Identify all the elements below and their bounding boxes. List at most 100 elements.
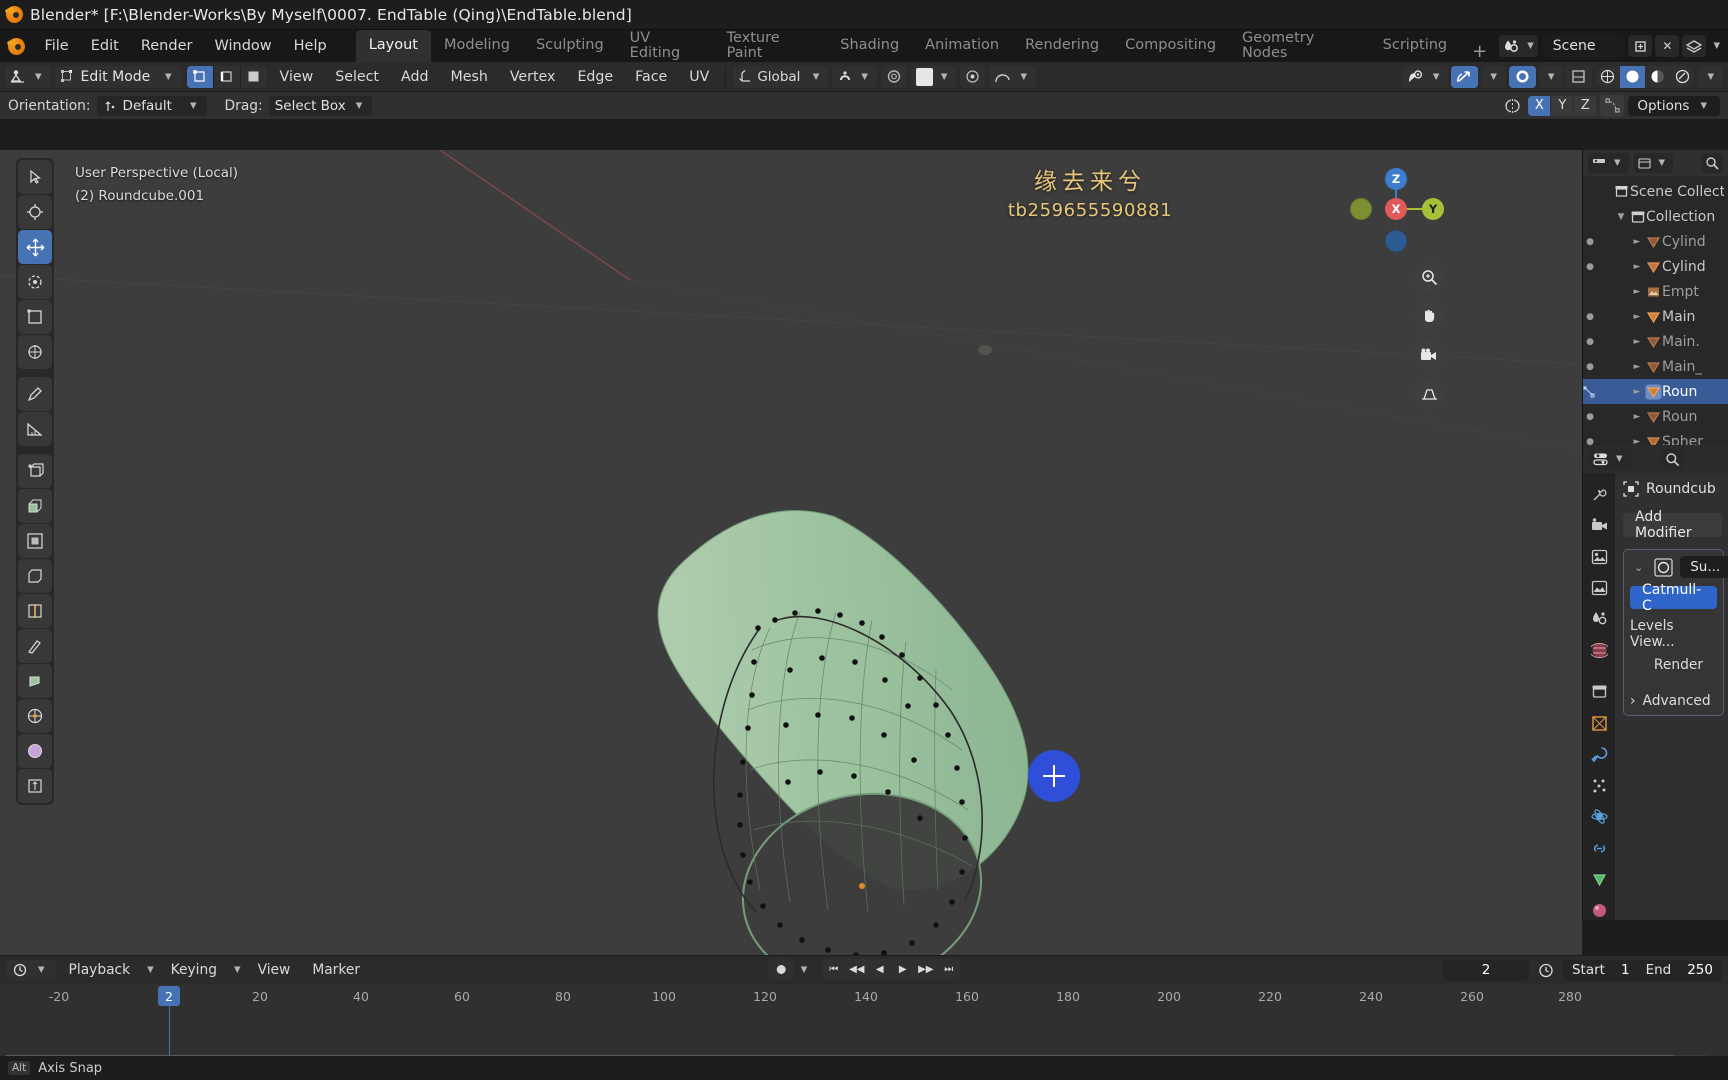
gizmo-dropdown[interactable]: ▼ bbox=[1481, 65, 1506, 88]
expander-icon[interactable]: ► bbox=[1629, 262, 1645, 272]
app-menu-button[interactable] bbox=[0, 30, 33, 62]
outliner-search-icon[interactable] bbox=[1701, 153, 1723, 173]
list-item[interactable]: ► Empt bbox=[1583, 279, 1728, 304]
gizmo-axis-neg-z[interactable] bbox=[1385, 230, 1407, 252]
viewport-menu-face[interactable]: Face bbox=[626, 69, 676, 85]
particles-tab[interactable] bbox=[1589, 777, 1609, 795]
tab-shading[interactable]: Shading bbox=[827, 30, 912, 62]
expander-icon[interactable]: ► bbox=[1629, 312, 1645, 322]
inset-faces-tool[interactable] bbox=[18, 524, 52, 558]
physics-tab[interactable] bbox=[1589, 808, 1609, 826]
toggle-ortho-icon[interactable] bbox=[1414, 379, 1444, 409]
timeline-menu-keying[interactable]: Keying bbox=[162, 962, 226, 978]
cursor-tool[interactable] bbox=[18, 195, 52, 229]
gizmo-toggle[interactable] bbox=[1451, 65, 1479, 88]
mirror-axis-z[interactable]: Z bbox=[1574, 95, 1597, 116]
visibility-dot-icon[interactable]: ● bbox=[1583, 337, 1597, 347]
options-button[interactable]: Options ▼ bbox=[1628, 95, 1720, 116]
end-frame-value[interactable]: 250 bbox=[1687, 962, 1713, 978]
visibility-dot-icon[interactable]: ● bbox=[1583, 262, 1597, 272]
subdivision-type-selector[interactable]: Catmull-C bbox=[1630, 582, 1717, 614]
menu-window[interactable]: Window bbox=[203, 30, 282, 62]
edit-mode-indicator-icon[interactable] bbox=[1583, 386, 1597, 398]
proportional-falloff-selector[interactable]: ▼ bbox=[910, 65, 957, 88]
jump-start-icon[interactable]: ⏮ bbox=[822, 959, 845, 980]
world-tab[interactable] bbox=[1589, 641, 1609, 659]
overlays-toggle[interactable] bbox=[1508, 65, 1536, 88]
tab-rendering[interactable]: Rendering bbox=[1012, 30, 1112, 62]
modifier-tab[interactable] bbox=[1589, 745, 1609, 763]
add-workspace-button[interactable]: + bbox=[1460, 41, 1499, 62]
list-item[interactable]: ● ► Main. bbox=[1583, 329, 1728, 354]
expander-icon[interactable]: ► bbox=[1629, 337, 1645, 347]
viewport-menu-select[interactable]: Select bbox=[326, 69, 388, 85]
gizmo-axis-neg-y[interactable] bbox=[1350, 198, 1372, 220]
blue-cursor-marker[interactable] bbox=[1028, 750, 1080, 802]
knife-tool[interactable] bbox=[18, 629, 52, 663]
pan-hand-icon[interactable] bbox=[1414, 301, 1444, 331]
proportional-editing-toggle[interactable] bbox=[880, 65, 907, 88]
transform-orientation-selector[interactable]: Global ▼ bbox=[733, 65, 829, 88]
smooth-tool[interactable] bbox=[18, 734, 52, 768]
editor-type-button[interactable]: ▼ bbox=[5, 65, 51, 88]
visibility-dot-icon[interactable]: ● bbox=[1583, 362, 1597, 372]
object-visibility-button[interactable]: ▼ bbox=[1401, 65, 1449, 88]
timeline-menu-playback[interactable]: Playback bbox=[60, 962, 140, 978]
edge-select-icon[interactable] bbox=[213, 65, 240, 88]
expander-icon[interactable]: ► bbox=[1629, 412, 1645, 422]
mirror-axis-y[interactable]: Y bbox=[1551, 95, 1574, 116]
tab-geometry-nodes[interactable]: Geometry Nodes bbox=[1229, 30, 1370, 62]
gizmo-axis-y[interactable]: Y bbox=[1422, 198, 1444, 220]
outliner-display-icon[interactable]: ▼ bbox=[1588, 153, 1629, 173]
shading-material-icon[interactable] bbox=[1645, 65, 1671, 88]
timeline-menu-view[interactable]: View bbox=[249, 962, 300, 978]
view-layer-tab[interactable] bbox=[1589, 579, 1609, 597]
orientation-selector[interactable]: Default ▼ bbox=[96, 95, 207, 116]
data-tab[interactable] bbox=[1589, 870, 1609, 888]
viewport-menu-view[interactable]: View bbox=[271, 69, 323, 85]
rotate-tool[interactable] bbox=[18, 265, 52, 299]
list-item[interactable]: ► Roun bbox=[1583, 379, 1728, 404]
advanced-section-toggle[interactable]: › Advanced bbox=[1630, 693, 1717, 709]
poly-build-tool[interactable] bbox=[18, 664, 52, 698]
vertex-select-icon[interactable] bbox=[186, 65, 213, 88]
add-cube-tool[interactable] bbox=[18, 454, 52, 488]
properties-editor[interactable]: Roundcub Add Modifier ⌄ Su... Catmull-C … bbox=[1582, 445, 1728, 920]
visibility-dot-icon[interactable]: ● bbox=[1583, 412, 1597, 422]
spin-tool[interactable] bbox=[18, 699, 52, 733]
current-fr88ame-field[interactable]: 2 bbox=[1442, 959, 1529, 981]
gizmo-axis-z[interactable]: Z bbox=[1385, 168, 1407, 190]
scale-tool[interactable] bbox=[18, 300, 52, 334]
shading-dropdown[interactable]: ▼ bbox=[1698, 65, 1723, 88]
shrink-fatten-tool[interactable] bbox=[18, 769, 52, 803]
viewport-menu-mesh[interactable]: Mesh bbox=[441, 69, 496, 85]
overlays-dropdown[interactable]: ▼ bbox=[1538, 65, 1564, 88]
timeline-menu-marker[interactable]: Marker bbox=[303, 962, 369, 978]
tab-animation[interactable]: Animation bbox=[912, 30, 1012, 62]
list-item[interactable]: ● ► Roun bbox=[1583, 404, 1728, 429]
scene-tab[interactable] bbox=[1589, 610, 1609, 628]
xray-toggle[interactable] bbox=[1566, 65, 1593, 88]
tab-layout[interactable]: Layout bbox=[355, 30, 431, 62]
output-tab[interactable] bbox=[1589, 548, 1609, 566]
menu-render[interactable]: Render bbox=[130, 30, 204, 62]
material-tab[interactable] bbox=[1589, 902, 1609, 920]
snap-toggle[interactable]: ▼ bbox=[832, 65, 877, 88]
object-tab[interactable] bbox=[1589, 714, 1609, 732]
viewport-menu-uv[interactable]: UV bbox=[680, 69, 718, 85]
extrude-region-tool[interactable] bbox=[18, 489, 52, 523]
scene-data-icon[interactable] bbox=[1499, 35, 1524, 57]
constraints-tab[interactable] bbox=[1589, 839, 1609, 857]
timeline-editor-icon[interactable]: ▼ bbox=[6, 959, 56, 981]
tab-compositing[interactable]: Compositing bbox=[1112, 30, 1229, 62]
viewport-menu-edge[interactable]: Edge bbox=[568, 69, 622, 85]
navigation-gizmo[interactable]: Z X Y bbox=[1350, 162, 1444, 254]
expander-icon[interactable]: ▼ bbox=[1613, 212, 1629, 222]
collection-tab[interactable] bbox=[1589, 683, 1609, 701]
properties-editor-icon[interactable]: ▼ bbox=[1589, 449, 1631, 469]
list-item[interactable]: ● ► Cylind bbox=[1583, 229, 1728, 254]
3d-viewport[interactable]: User Perspective (Local) (2) Roundcube.0… bbox=[0, 150, 1582, 955]
outliner-filter-icon[interactable]: ▼ bbox=[1633, 153, 1674, 173]
list-item[interactable]: ● ► Main_ bbox=[1583, 354, 1728, 379]
list-item[interactable]: ● ► Cylind bbox=[1583, 254, 1728, 279]
